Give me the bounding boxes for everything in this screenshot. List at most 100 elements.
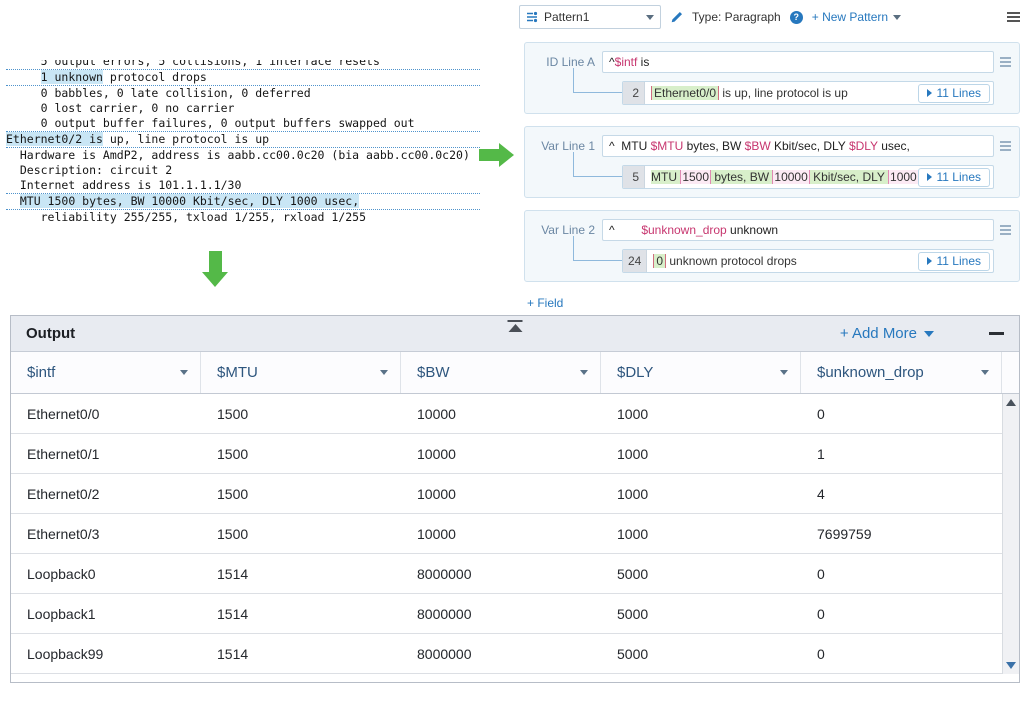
flow-arrow-right-icon [479, 143, 514, 167]
highlighted-match: Ethernet0/2 is [6, 132, 103, 146]
matched-value: 0 [653, 254, 666, 268]
chevron-down-icon [180, 370, 188, 375]
pattern-variable: $DLY [849, 139, 878, 153]
pattern-row-label: ID Line A [533, 55, 595, 69]
console-line: 0 lost carrier, 0 no carrier [6, 101, 480, 116]
pattern-groups: ID Line A ^$intf is 2 Ethernet0/0 is up,… [519, 42, 1020, 282]
console-line: reliability 255/255, txload 1/255, rxloa… [6, 210, 480, 225]
console-line-matched: 1 unknown protocol drops [6, 69, 480, 86]
sample-line: 5 MTU 1500 bytes, BW 10000 Kbit/sec, DLY… [622, 165, 994, 189]
column-header-dly[interactable]: $DLY [601, 352, 801, 393]
chevron-right-icon [927, 173, 932, 181]
pattern-group-var-line-2: Var Line 2 ^ $unknown_drop unknown 24 0 … [524, 210, 1020, 282]
table-row[interactable]: Ethernet0/2 1500 10000 1000 4 [11, 474, 1002, 514]
pattern-variable: $BW [745, 139, 771, 153]
console-line: Description: circuit 2 [6, 163, 480, 178]
pencil-icon [670, 11, 683, 24]
device-output-text: 5 output errors, 5 collisions, 1 interfa… [6, 60, 480, 236]
output-titlebar: Output + Add More [11, 316, 1019, 352]
scroll-down-icon[interactable] [1006, 662, 1016, 669]
pattern-row-label: Var Line 2 [533, 223, 595, 237]
pattern-icon [526, 11, 538, 23]
highlighted-match: 1 unknown [41, 70, 103, 84]
matched-value: 1500 [680, 170, 711, 184]
line-number-badge: 2 [623, 82, 645, 104]
expand-lines-button[interactable]: 11 Lines [918, 252, 990, 271]
scroll-up-icon[interactable] [1006, 399, 1016, 406]
pattern-select[interactable]: Pattern1 [519, 5, 661, 29]
output-title: Output [26, 325, 75, 342]
pattern-group-var-line-1: Var Line 1 ^ MTU $MTU bytes, BW $BW Kbit… [524, 126, 1020, 198]
add-more-button[interactable]: + Add More [840, 325, 934, 342]
pattern-editor-panel: Pattern1 Type: Paragraph ? + New Pattern… [519, 4, 1020, 312]
row-menu-icon[interactable] [1000, 141, 1011, 151]
chevron-right-icon [927, 89, 932, 97]
matched-value: 1000 [888, 170, 917, 184]
console-line: Hardware is AmdP2, address is aabb.cc00.… [6, 148, 480, 163]
panel-menu-icon[interactable] [1007, 12, 1020, 22]
chevron-down-icon [924, 331, 934, 337]
output-panel: Output + Add More $intf $MTU $BW $DLY $u… [10, 315, 1020, 683]
pattern-variable: $unknown_drop [641, 223, 726, 237]
expand-lines-button[interactable]: 11 Lines [918, 168, 990, 187]
pattern-type-label: Type: Paragraph [692, 10, 781, 24]
pattern-variable: $intf [615, 55, 638, 69]
column-header-unknown-drop[interactable]: $unknown_drop [801, 352, 1002, 393]
console-line: 5 output errors, 5 collisions, 1 interfa… [6, 60, 480, 69]
sample-text: Ethernet0/0 is up, line protocol is up [645, 86, 918, 100]
pattern-group-id-line-a: ID Line A ^$intf is 2 Ethernet0/0 is up,… [524, 42, 1020, 114]
new-pattern-button[interactable]: + New Pattern [812, 10, 901, 24]
row-menu-icon[interactable] [1000, 225, 1011, 235]
column-header-intf[interactable]: $intf [11, 352, 201, 393]
table-row[interactable]: Loopback1 1514 8000000 5000 0 [11, 594, 1002, 634]
sample-text: 0 unknown protocol drops [647, 254, 917, 268]
help-icon[interactable]: ? [790, 11, 803, 24]
console-lines: 5 output errors, 5 collisions, 1 interfa… [6, 60, 480, 225]
chevron-down-icon [380, 370, 388, 375]
output-table-body: Ethernet0/0 1500 10000 1000 0 Ethernet0/… [11, 394, 1019, 674]
matched-value: 10000 [772, 170, 809, 184]
console-line-matched: Ethernet0/2 is up, line protocol is up [6, 131, 480, 148]
line-number-badge: 24 [623, 250, 647, 272]
table-row[interactable]: Ethernet0/0 1500 10000 1000 0 [11, 394, 1002, 434]
connector-line [573, 68, 622, 93]
chevron-down-icon [893, 15, 901, 20]
vertical-scrollbar[interactable] [1002, 394, 1019, 674]
minimize-icon[interactable] [989, 332, 1004, 335]
header-scrollbar-spacer [1002, 352, 1019, 393]
table-row[interactable]: Loopback99 1514 8000000 5000 0 [11, 634, 1002, 674]
row-menu-icon[interactable] [1000, 57, 1011, 67]
chevron-down-icon [981, 370, 989, 375]
pattern-variable: $MTU [651, 139, 684, 153]
line-number-badge: 5 [623, 166, 645, 188]
highlighted-match: MTU 1500 bytes, BW 10000 Kbit/sec, DLY 1… [20, 194, 359, 208]
pattern-row-label: Var Line 1 [533, 139, 595, 153]
add-field-button[interactable]: + Field [527, 296, 563, 310]
table-row[interactable]: Ethernet0/1 1500 10000 1000 1 [11, 434, 1002, 474]
column-header-mtu[interactable]: $MTU [201, 352, 401, 393]
pattern-toolbar: Pattern1 Type: Paragraph ? + New Pattern [519, 4, 1020, 30]
pattern-select-value: Pattern1 [544, 10, 640, 24]
pattern-input-var-line-1[interactable]: ^ MTU $MTU bytes, BW $BW Kbit/sec, DLY $… [602, 135, 994, 157]
chevron-down-icon [780, 370, 788, 375]
console-line: Internet address is 101.1.1.1/30 [6, 178, 480, 193]
pattern-input-id-line-a[interactable]: ^$intf is [602, 51, 994, 73]
sample-line: 2 Ethernet0/0 is up, line protocol is up… [622, 81, 994, 105]
console-line: 0 babbles, 0 late collision, 0 deferred [6, 86, 480, 101]
output-footer [11, 674, 1019, 682]
sample-line: 24 0 unknown protocol drops 11 Lines [622, 249, 994, 273]
expand-lines-button[interactable]: 11 Lines [918, 84, 990, 103]
output-rows: Ethernet0/0 1500 10000 1000 0 Ethernet0/… [11, 394, 1002, 674]
column-header-bw[interactable]: $BW [401, 352, 601, 393]
collapse-panel-icon[interactable] [508, 320, 523, 332]
chevron-down-icon [646, 15, 654, 20]
sample-text: MTU 1500 bytes, BW 10000 Kbit/sec, DLY 1… [645, 170, 918, 184]
connector-line [573, 236, 622, 261]
connector-line [573, 152, 622, 177]
table-row[interactable]: Loopback0 1514 8000000 5000 0 [11, 554, 1002, 594]
matched-value: Ethernet0/0 [651, 86, 719, 100]
edit-pattern-button[interactable] [670, 11, 683, 24]
table-row[interactable]: Ethernet0/3 1500 10000 1000 7699759 [11, 514, 1002, 554]
pattern-input-var-line-2[interactable]: ^ $unknown_drop unknown [602, 219, 994, 241]
console-line-matched: MTU 1500 bytes, BW 10000 Kbit/sec, DLY 1… [6, 193, 480, 210]
